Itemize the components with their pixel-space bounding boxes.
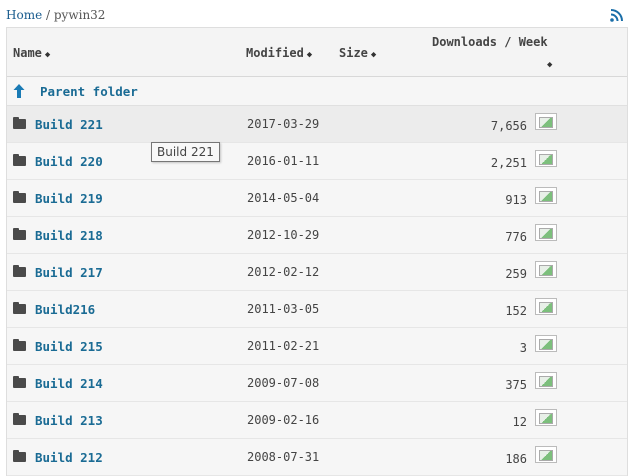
table-row[interactable]: Build216 2011-03-05 152 bbox=[7, 291, 627, 328]
modified-date: 2011-02-21 bbox=[247, 339, 320, 353]
modified-date: 2009-07-08 bbox=[247, 376, 320, 390]
column-header-downloads[interactable]: Downloads / Week bbox=[432, 35, 548, 49]
folder-link[interactable]: Build 215 bbox=[35, 339, 103, 354]
folder-link[interactable]: Build 221 bbox=[35, 117, 103, 132]
folder-link[interactable]: Build 212 bbox=[35, 450, 103, 465]
chart-thumbnail[interactable] bbox=[535, 298, 557, 315]
folder-icon bbox=[13, 339, 26, 351]
parent-folder-link[interactable]: Parent folder bbox=[40, 84, 138, 99]
files-table: Name ◆ Modified ◆ Size ◆ Downloads / Week ◆… bbox=[6, 27, 628, 476]
folder-cell: Build 215 bbox=[13, 328, 103, 364]
folder-link[interactable]: Build 218 bbox=[35, 228, 103, 243]
table-row[interactable]: Build 220 2016-01-11 2,251 bbox=[7, 143, 627, 180]
table-row[interactable]: Build 219 2014-05-04 913 bbox=[7, 180, 627, 217]
chart-thumbnail[interactable] bbox=[535, 409, 557, 426]
chart-thumbnail[interactable] bbox=[535, 335, 557, 352]
downloads-count: 913 bbox=[505, 193, 527, 207]
modified-date: 2012-02-12 bbox=[247, 265, 320, 279]
table-row[interactable]: Build 221 2017-03-29 7,656 bbox=[7, 106, 627, 143]
downloads-count: 2,251 bbox=[490, 156, 527, 170]
downloads-count: 776 bbox=[505, 230, 527, 244]
modified-date: 2008-07-31 bbox=[247, 450, 320, 464]
folder-icon bbox=[13, 413, 26, 425]
chart-thumbnail[interactable] bbox=[535, 446, 557, 463]
modified-date: 2017-03-29 bbox=[247, 117, 320, 131]
folder-link[interactable]: Build 217 bbox=[35, 265, 103, 280]
folder-icon bbox=[13, 191, 26, 203]
folder-icon bbox=[13, 265, 26, 277]
folder-icon bbox=[13, 154, 26, 166]
column-header-size[interactable]: Size ◆ bbox=[339, 46, 376, 60]
modified-date: 2011-03-05 bbox=[247, 302, 320, 316]
folder-cell: Build 221 bbox=[13, 106, 103, 142]
folder-icon bbox=[13, 302, 26, 314]
downloads-count: 3 bbox=[519, 341, 527, 355]
table-row[interactable]: Build 214 2009-07-08 375 bbox=[7, 365, 627, 402]
downloads-count: 375 bbox=[505, 378, 527, 392]
folder-cell: Build 220 bbox=[13, 143, 103, 179]
folder-link[interactable]: Build 214 bbox=[35, 376, 103, 391]
folder-cell: Build 213 bbox=[13, 402, 103, 438]
downloads-count: 152 bbox=[505, 304, 527, 318]
breadcrumb: Home / pywin32 bbox=[6, 8, 105, 22]
breadcrumb-home-link[interactable]: Home bbox=[6, 8, 42, 22]
sort-icon: ◆ bbox=[44, 50, 51, 60]
chart-thumbnail[interactable] bbox=[535, 150, 557, 167]
sort-icon: ◆ bbox=[306, 50, 313, 60]
sort-icon: ◆ bbox=[370, 50, 377, 60]
downloads-count: 186 bbox=[505, 452, 527, 466]
chart-thumbnail[interactable] bbox=[535, 372, 557, 389]
folder-cell: Build 217 bbox=[13, 254, 103, 290]
folder-cell: Build 214 bbox=[13, 365, 103, 401]
folder-link[interactable]: Build 219 bbox=[35, 191, 103, 206]
chart-thumbnail[interactable] bbox=[535, 224, 557, 241]
breadcrumb-current: pywin32 bbox=[53, 8, 106, 22]
column-header-name[interactable]: Name ◆ bbox=[13, 46, 50, 60]
modified-date: 2009-02-16 bbox=[247, 413, 320, 427]
rss-icon[interactable] bbox=[610, 9, 623, 22]
folder-cell: Build216 bbox=[13, 291, 95, 327]
column-header-modified[interactable]: Modified ◆ bbox=[246, 46, 312, 60]
folder-icon bbox=[13, 117, 26, 129]
chart-thumbnail[interactable] bbox=[535, 113, 557, 130]
table-row[interactable]: Build 212 2008-07-31 186 bbox=[7, 439, 627, 476]
folder-link[interactable]: Build216 bbox=[35, 302, 95, 317]
parent-folder-row[interactable]: Parent folder bbox=[7, 77, 627, 106]
folder-cell: Build 212 bbox=[13, 439, 103, 475]
table-row[interactable]: Build 217 2012-02-12 259 bbox=[7, 254, 627, 291]
folder-link[interactable]: Build 213 bbox=[35, 413, 103, 428]
folder-icon bbox=[13, 450, 26, 462]
chart-thumbnail[interactable] bbox=[535, 261, 557, 278]
table-row[interactable]: Build 215 2011-02-21 3 bbox=[7, 328, 627, 365]
chart-thumbnail[interactable] bbox=[535, 187, 557, 204]
folder-link[interactable]: Build 220 bbox=[35, 154, 103, 169]
modified-date: 2012-10-29 bbox=[247, 228, 320, 242]
downloads-count: 7,656 bbox=[490, 119, 527, 133]
downloads-count: 259 bbox=[505, 267, 527, 281]
downloads-count: 12 bbox=[512, 415, 527, 429]
folder-icon bbox=[13, 376, 26, 388]
sort-icon[interactable]: ◆ bbox=[547, 56, 552, 70]
breadcrumb-separator: / bbox=[46, 8, 51, 22]
table-row[interactable]: Build 213 2009-02-16 12 bbox=[7, 402, 627, 439]
folder-icon bbox=[13, 228, 26, 240]
modified-date: 2014-05-04 bbox=[247, 191, 320, 205]
table-header: Name ◆ Modified ◆ Size ◆ Downloads / Week ◆ bbox=[7, 28, 627, 77]
folder-cell: Build 219 bbox=[13, 180, 103, 216]
tooltip: Build 221 bbox=[151, 142, 220, 162]
modified-date: 2016-01-11 bbox=[247, 154, 320, 168]
arrow-up-icon bbox=[13, 84, 25, 98]
table-row[interactable]: Build 218 2012-10-29 776 bbox=[7, 217, 627, 254]
folder-cell: Build 218 bbox=[13, 217, 103, 253]
